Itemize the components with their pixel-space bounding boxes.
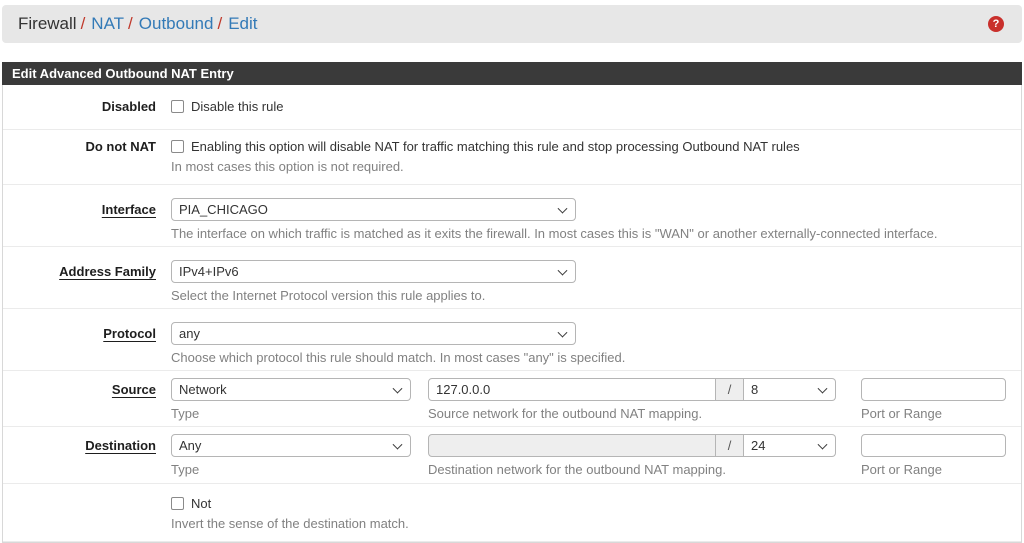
do-not-nat-label: Do not NAT [85,139,156,154]
source-type-help: Type [171,406,411,421]
disable-rule-checkbox-label: Disable this rule [191,99,284,114]
destination-type-select-wrap: Any [171,434,411,457]
breadcrumb-link-outbound[interactable]: Outbound [139,14,214,34]
source-port-help: Port or Range [861,406,1006,421]
form-row-disabled: Disabled Disable this rule [3,85,1021,130]
panel-title: Edit Advanced Outbound NAT Entry [2,62,1022,85]
form-row-do-not-nat: Do not NAT Enabling this option will dis… [3,130,1021,185]
source-port-input[interactable] [861,378,1006,401]
disable-rule-checkbox[interactable] [171,100,184,113]
disabled-label: Disabled [102,99,156,114]
source-label: Source [112,382,156,397]
breadcrumb: Firewall / NAT / Outbound / Edit ? [2,5,1022,43]
destination-network-input [428,434,716,457]
breadcrumb-link-nat[interactable]: NAT [91,14,124,34]
not-checkbox[interactable] [171,497,184,510]
help-icon[interactable]: ? [988,16,1004,32]
interface-select[interactable]: PIA_CHICAGO [171,198,576,221]
destination-label: Destination [85,438,156,453]
form-row-source: Source Network Type / 8 [3,371,1021,427]
breadcrumb-firewall: Firewall [18,14,77,34]
address-family-select[interactable]: IPv4+IPv6 [171,260,576,283]
address-family-label: Address Family [59,264,156,279]
interface-select-wrap: PIA_CHICAGO [171,198,576,221]
destination-type-help: Type [171,462,411,477]
source-type-select[interactable]: Network [171,378,411,401]
source-mask-separator: / [716,378,744,401]
form-row-interface: Interface PIA_CHICAGO The interface on w… [3,185,1021,247]
interface-help: The interface on which traffic is matche… [171,226,1021,241]
destination-mask-select[interactable]: 24 [744,434,836,457]
do-not-nat-checkbox-row: Enabling this option will disable NAT fo… [171,139,1021,154]
source-type-select-wrap: Network [171,378,411,401]
not-help: Invert the sense of the destination matc… [171,516,1021,531]
destination-type-select[interactable]: Any [171,434,411,457]
disabled-checkbox-row: Disable this rule [171,99,1021,114]
edit-nat-panel: Edit Advanced Outbound NAT Entry Disable… [2,62,1022,543]
do-not-nat-checkbox-label: Enabling this option will disable NAT fo… [191,139,800,154]
protocol-select[interactable]: any [171,322,576,345]
form-row-destination: Destination Any Type / 24 [3,427,1021,484]
source-mask-select-wrap: 8 [744,378,836,401]
do-not-nat-help: In most cases this option is not require… [171,159,1021,174]
source-network-input[interactable] [428,378,716,401]
protocol-help: Choose which protocol this rule should m… [171,350,1021,365]
breadcrumb-link-edit[interactable]: Edit [228,14,257,34]
form-row-protocol: Protocol any Choose which protocol this … [3,309,1021,371]
protocol-select-wrap: any [171,322,576,345]
destination-mask-select-wrap: 24 [744,434,836,457]
destination-port-help: Port or Range [861,462,1006,477]
destination-network-help: Destination network for the outbound NAT… [428,462,836,477]
form-row-address-family: Address Family IPv4+IPv6 Select the Inte… [3,247,1021,309]
breadcrumb-separator: / [128,14,133,34]
do-not-nat-checkbox[interactable] [171,140,184,153]
address-family-select-wrap: IPv4+IPv6 [171,260,576,283]
not-checkbox-label: Not [191,496,211,511]
destination-mask-separator: / [716,434,744,457]
breadcrumb-separator: / [217,14,222,34]
interface-label: Interface [102,202,156,217]
source-network-help: Source network for the outbound NAT mapp… [428,406,836,421]
not-checkbox-row: Not [171,496,1021,511]
form-row-not: Not Invert the sense of the destination … [3,484,1021,542]
breadcrumb-separator: / [81,14,86,34]
address-family-help: Select the Internet Protocol version thi… [171,288,1021,303]
protocol-label: Protocol [103,326,156,341]
source-mask-select[interactable]: 8 [744,378,836,401]
destination-port-input[interactable] [861,434,1006,457]
